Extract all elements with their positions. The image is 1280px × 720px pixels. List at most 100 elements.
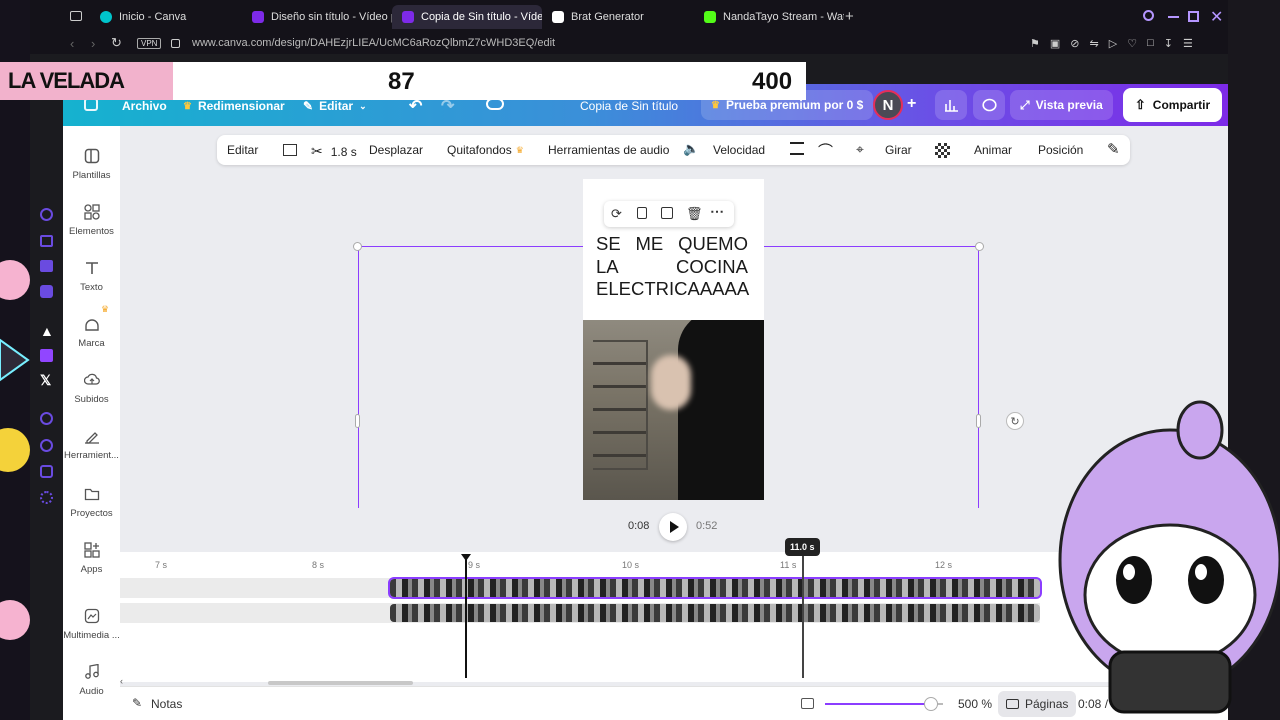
workspace-icon[interactable] <box>70 11 82 21</box>
forward-icon[interactable]: › <box>91 36 95 51</box>
canvas-text-line1[interactable]: SE ME QUEMO <box>596 233 748 255</box>
toolbar-audio-tools[interactable]: Herramientas de audio <box>548 143 669 157</box>
toolbar-desplazar[interactable]: Desplazar <box>369 143 423 157</box>
sidebar-ai-icon[interactable]: ▲ <box>40 323 54 339</box>
sidebar-item-plantillas[interactable]: Plantillas <box>63 148 120 181</box>
video-track-selected[interactable] <box>388 577 1042 599</box>
sidebar-item-apps[interactable]: Apps <box>63 542 120 575</box>
sidebar-extensions-icon[interactable] <box>40 465 53 478</box>
minimize-icon[interactable] <box>1168 16 1179 18</box>
toolbar-posicion[interactable]: Posición <box>1038 143 1083 157</box>
close-icon[interactable]: ✕ <box>1210 7 1223 27</box>
new-tab-icon[interactable]: + <box>845 8 854 25</box>
toolbar-quitafondos[interactable]: Quitafondos ♛ <box>447 143 524 157</box>
compartir-button[interactable]: ⇧ Compartir <box>1123 88 1222 122</box>
resize-handle[interactable] <box>353 242 362 251</box>
sidebar-item-multimedia[interactable]: Multimedia ... <box>63 608 120 641</box>
resize-handle[interactable] <box>976 414 981 428</box>
timeline-toggle-icon[interactable] <box>801 698 814 709</box>
reload-icon[interactable]: ↻ <box>111 35 122 51</box>
vista-previa-button[interactable]: ⤢ Vista previa <box>1010 90 1113 120</box>
sidebar-item-audio[interactable]: Audio <box>63 664 120 697</box>
sidebar-history-icon[interactable] <box>40 208 53 221</box>
video-track[interactable] <box>390 604 1040 622</box>
menu-icon[interactable]: ☰ <box>1183 37 1193 50</box>
rotate-icon[interactable]: ↻ <box>1006 412 1024 430</box>
zoom-slider[interactable] <box>825 697 943 711</box>
heart-icon[interactable]: ♡ <box>1127 37 1137 50</box>
playhead-marker-icon[interactable] <box>461 554 471 561</box>
editar-menu[interactable]: ✎ Editar ⌄ <box>303 99 367 113</box>
duplicate-icon[interactable] <box>661 207 673 219</box>
add-collaborator-icon[interactable]: + <box>907 95 916 113</box>
resize-handle[interactable] <box>355 414 360 428</box>
snapshot-icon[interactable]: ▣ <box>1050 37 1060 50</box>
back-icon[interactable]: ‹ <box>70 36 74 51</box>
design-title[interactable]: Copia de Sin título <box>580 99 678 113</box>
sidebar-feed-icon[interactable] <box>40 235 53 247</box>
tab-diseno-sin-titulo[interactable]: Diseño sin título - Vídeo p <box>242 5 392 29</box>
insights-button[interactable] <box>935 90 967 120</box>
tab-copia-sin-titulo[interactable]: Copia de Sin título - Vídeo <box>392 5 542 29</box>
sidebar-twitch-icon[interactable] <box>40 349 53 362</box>
sidebar-x-icon[interactable]: 𝕏 <box>40 372 51 389</box>
redimensionar-button[interactable]: ♛ Redimensionar <box>183 99 285 113</box>
sidebar-item-texto[interactable]: Texto <box>63 260 120 293</box>
translate-icon[interactable]: ⇋ <box>1090 37 1099 50</box>
sidebar-wallet-icon[interactable] <box>40 260 53 272</box>
url-field[interactable]: www.canva.com/design/DAHEzjrLIEA/UcMC6aR… <box>192 37 555 49</box>
pin-icon[interactable]: ⚑ <box>1030 37 1040 50</box>
volume-icon[interactable]: 🔈 <box>683 141 699 157</box>
sidebar-item-proyectos[interactable]: Proyectos <box>63 486 120 519</box>
trash-icon[interactable]: 🗑 <box>686 206 703 222</box>
comments-button[interactable] <box>973 90 1005 120</box>
playhead[interactable] <box>465 558 467 678</box>
toolbar-velocidad[interactable]: Velocidad <box>713 143 765 157</box>
sidebar-player-icon[interactable] <box>40 412 53 425</box>
vpn-badge[interactable]: VPN <box>137 38 162 49</box>
tab-brat-generator[interactable]: Brat Generator <box>542 5 692 29</box>
paint-format-icon[interactable]: ✎ <box>1107 140 1120 158</box>
sidebar-item-subidos[interactable]: Subidos <box>63 372 120 405</box>
search-icon[interactable] <box>1143 10 1154 21</box>
play-button[interactable] <box>659 513 687 541</box>
sidebar-item-marca[interactable]: Marca <box>63 316 120 349</box>
resize-handle[interactable] <box>975 242 984 251</box>
flip-icon[interactable] <box>283 144 297 156</box>
transparency-icon[interactable] <box>935 143 950 158</box>
timeline-scrollbar[interactable] <box>268 681 413 685</box>
lock-icon[interactable] <box>637 207 647 219</box>
corner-rounding-icon[interactable]: ⌒ <box>818 140 833 161</box>
sidebar-item-herramientas[interactable]: Herramient... <box>63 428 120 461</box>
bookmarks-toolbar-icons[interactable]: ⚑ ▣ ⊘ ⇋ ▷ ♡ □ ↧ ☰ <box>1030 37 1193 50</box>
archivo-menu[interactable]: Archivo <box>122 99 167 113</box>
sidebar-item-elementos[interactable]: Elementos <box>63 204 120 237</box>
notes-icon[interactable]: ✎ <box>132 696 142 710</box>
sidebar-messenger-icon[interactable] <box>40 285 53 298</box>
play-icon[interactable]: ▷ <box>1109 37 1117 50</box>
canvas-text-line2[interactable]: LA COCINA <box>596 256 748 278</box>
scroll-left-icon[interactable]: ‹ <box>120 676 123 686</box>
tab-inicio-canva[interactable]: Inicio - Canva <box>90 5 240 29</box>
avatar[interactable]: N <box>873 90 903 120</box>
toolbar-girar[interactable]: Girar <box>885 143 912 157</box>
line-spacing-icon[interactable] <box>790 142 804 155</box>
canvas-text-line3[interactable]: ELECTRICAAAAA <box>596 278 749 300</box>
toolbar-trim[interactable]: ✂ 1.8 s <box>311 143 357 160</box>
zoom-slider-thumb[interactable] <box>924 697 939 711</box>
toolbar-animar[interactable]: Animar <box>974 143 1012 157</box>
crop-icon[interactable]: ⌖ <box>856 141 864 158</box>
tab-nandatayo-stream[interactable]: NandaTayo Stream - Watc <box>694 5 844 29</box>
adblock-icon[interactable]: ⊘ <box>1070 37 1079 50</box>
wallet-icon[interactable]: □ <box>1147 37 1154 50</box>
sidebar-settings-icon[interactable] <box>40 491 53 504</box>
zoom-percent[interactable]: 500 % <box>958 697 992 711</box>
maximize-icon[interactable] <box>1188 11 1199 22</box>
notas-button[interactable]: Notas <box>151 697 182 711</box>
download-icon[interactable]: ↧ <box>1164 37 1173 50</box>
sidebar-clock-icon[interactable] <box>40 439 53 452</box>
more-options-icon[interactable]: ⋯ <box>710 203 724 220</box>
video-clip[interactable] <box>583 320 764 500</box>
toolbar-editar[interactable]: Editar <box>227 143 258 157</box>
comment-add-icon[interactable]: ⟳ <box>611 206 622 222</box>
